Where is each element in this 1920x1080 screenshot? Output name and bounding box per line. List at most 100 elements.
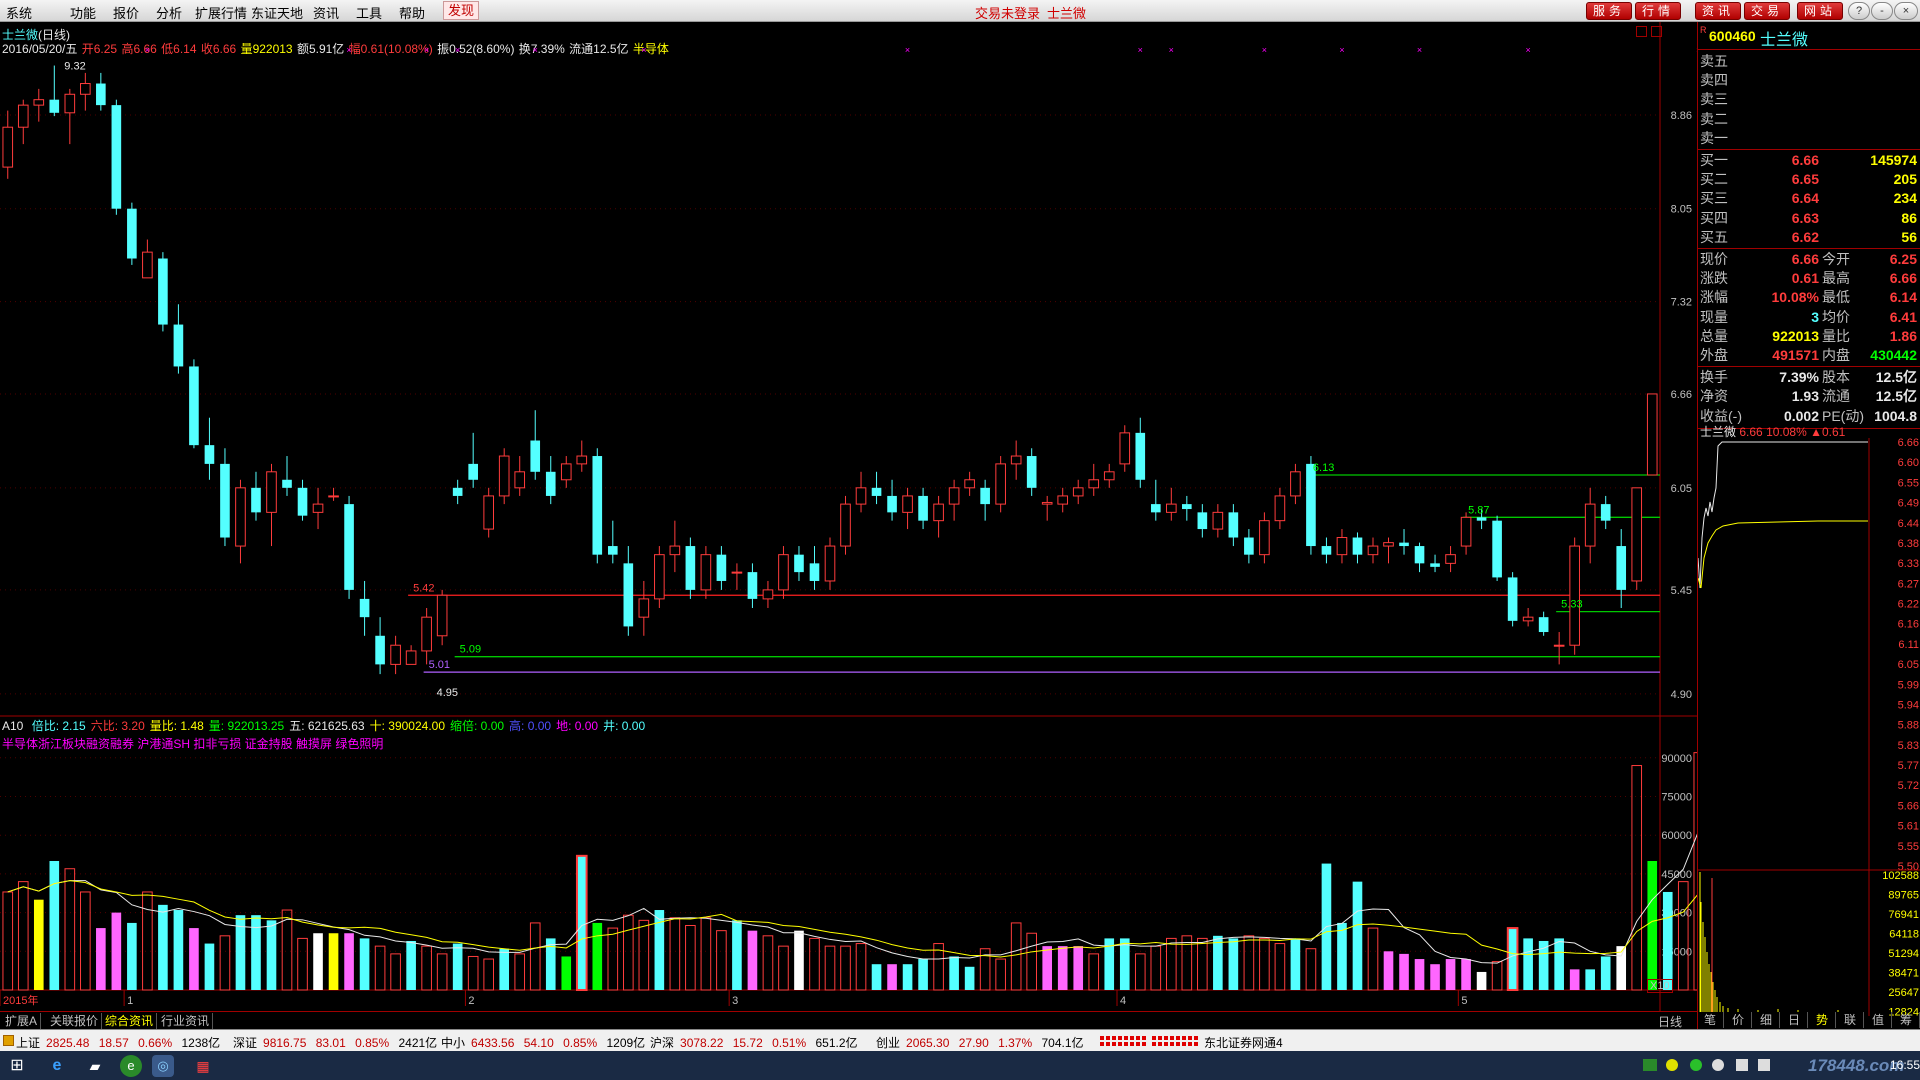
- stat-cell: 1.86: [1889, 327, 1917, 344]
- ie-browser-icon[interactable]: e: [46, 1055, 68, 1077]
- volume-tick-label: 60000: [1661, 830, 1692, 842]
- broker-server[interactable]: 东北证券网通4: [1204, 1034, 1283, 1051]
- service-button[interactable]: 服务: [1586, 2, 1633, 20]
- website-button[interactable]: 网站: [1797, 2, 1844, 20]
- mini-price-tick: 5.66: [1898, 800, 1919, 812]
- candle-body: [498, 455, 510, 497]
- tab-related-quote[interactable]: 关联报价: [47, 1013, 103, 1029]
- tab-tick[interactable]: 笔: [1697, 1012, 1724, 1028]
- indicator-value: 倍比: 2.15: [31, 719, 86, 733]
- index-field: 2421亿: [395, 1036, 438, 1050]
- fundamental-row: 换手 7.39% 股本 12.5亿: [1698, 368, 1920, 387]
- index-field: 0.85%: [559, 1036, 598, 1050]
- minimize-icon[interactable]: -: [1871, 2, 1893, 20]
- volume-bar: [902, 964, 913, 990]
- volume-bar: [700, 917, 712, 991]
- menu-function[interactable]: 功能: [70, 3, 96, 22]
- volume-tick-label: 90000: [1661, 753, 1692, 765]
- volume-bar: [1506, 927, 1519, 992]
- menu-extended[interactable]: 扩展行情: [195, 3, 247, 22]
- tab-link[interactable]: 联: [1837, 1012, 1864, 1028]
- tab-chips[interactable]: 筹: [1893, 1012, 1920, 1028]
- bid-row[interactable]: 买四 6.63 86: [1698, 209, 1920, 228]
- index-item[interactable]: 沪深 3078.22 15.72 0.51% 651.2亿: [650, 1034, 864, 1051]
- close-icon[interactable]: ×: [1894, 2, 1918, 20]
- news-button[interactable]: 资讯: [1695, 2, 1742, 20]
- tab-general-news[interactable]: 综合资讯: [102, 1013, 158, 1029]
- menu-analysis[interactable]: 分析: [156, 3, 182, 22]
- candle-body: [80, 83, 91, 95]
- market-button[interactable]: 行情: [1635, 2, 1682, 20]
- tab-trend[interactable]: 势: [1809, 1012, 1836, 1028]
- index-item[interactable]: 创业 2065.30 27.90 1.37% 704.1亿: [876, 1034, 1090, 1051]
- indicator-value: 高: 0.00: [509, 719, 552, 733]
- volume-bar: [824, 945, 836, 991]
- menu-dongzheng[interactable]: 东证天地: [251, 3, 303, 22]
- trade-button[interactable]: 交易: [1744, 2, 1791, 20]
- index-item[interactable]: 深证 9816.75 83.01 0.85% 2421亿: [233, 1034, 443, 1051]
- candle-body: [64, 93, 76, 114]
- candle-body: [995, 463, 1006, 505]
- volume-bar: [344, 933, 354, 990]
- index-item[interactable]: 上证 2825.48 18.57 0.66% 1238亿: [16, 1034, 226, 1051]
- row-price: 6.62: [1791, 228, 1819, 245]
- volume-bar: [623, 914, 634, 991]
- row-volume: 145974: [1870, 152, 1917, 168]
- index-field: 沪深: [650, 1036, 675, 1050]
- windows-start-icon[interactable]: ⊞: [6, 1055, 28, 1077]
- tray-icon-6[interactable]: [1758, 1059, 1770, 1071]
- intraday-chart[interactable]: 6.66 6.60 6.55 6.49 6.44 6.38 6.33 6.27 6.22 6.16…: [1698, 438, 1920, 1016]
- tab-price[interactable]: 价: [1725, 1012, 1752, 1028]
- tray-icon-1[interactable]: [1643, 1059, 1657, 1071]
- menu-tools[interactable]: 工具: [356, 3, 382, 22]
- price-annotation: 5.01: [429, 659, 450, 671]
- event-marker: ×: [1339, 45, 1344, 55]
- index-item[interactable]: 中小 6433.56 54.10 0.85% 1209亿: [441, 1034, 651, 1051]
- tray-icon-3[interactable]: [1690, 1059, 1702, 1071]
- index-field: 0.51%: [768, 1036, 807, 1050]
- candle-body: [762, 589, 774, 600]
- row-label: 买五: [1700, 228, 1728, 245]
- volume-bar: [374, 945, 386, 991]
- index-field: 704.1亿: [1038, 1036, 1084, 1050]
- ask-row[interactable]: 卖五: [1698, 52, 1920, 71]
- candle-body: [2, 126, 14, 168]
- tab-industry-news[interactable]: 行业资讯: [158, 1013, 214, 1029]
- menu-quote[interactable]: 报价: [113, 3, 139, 22]
- mini-price-tick: 5.94: [1898, 699, 1919, 711]
- tab-day[interactable]: 日: [1781, 1012, 1808, 1028]
- candle-body: [1290, 471, 1301, 497]
- tab-extended-a[interactable]: 扩展A: [2, 1013, 42, 1029]
- ask-row[interactable]: 卖一: [1698, 129, 1920, 148]
- tab-detail[interactable]: 细: [1753, 1012, 1780, 1028]
- mini-volume-tick: 25647: [1888, 987, 1919, 999]
- bid-row[interactable]: 买二 6.65 205: [1698, 170, 1920, 189]
- ask-row[interactable]: 卖二: [1698, 110, 1920, 129]
- ask-row[interactable]: 卖三: [1698, 90, 1920, 109]
- ask-row[interactable]: 卖四: [1698, 71, 1920, 90]
- tray-icon-5[interactable]: [1736, 1059, 1748, 1071]
- folder-icon[interactable]: ▰: [84, 1055, 106, 1077]
- tray-icon-4[interactable]: [1712, 1059, 1724, 1071]
- tab-value[interactable]: 值: [1865, 1012, 1892, 1028]
- row-label: 买一: [1700, 152, 1728, 168]
- stat-cell: 430442: [1870, 347, 1917, 363]
- period-label[interactable]: 日线: [1658, 1013, 1682, 1030]
- stat-cell: 涨跌: [1700, 270, 1728, 287]
- stock-app-icon[interactable]: ▦: [192, 1055, 214, 1077]
- menu-news[interactable]: 资讯: [313, 3, 339, 22]
- bid-row[interactable]: 买五 6.62 56: [1698, 228, 1920, 247]
- tray-icon-2[interactable]: [1666, 1059, 1678, 1071]
- bid-row[interactable]: 买一 6.66 145974: [1698, 151, 1920, 170]
- app-icon[interactable]: ◎: [152, 1055, 174, 1077]
- bid-row[interactable]: 买三 6.64 234: [1698, 189, 1920, 208]
- candle-body: [436, 594, 448, 637]
- menu-help[interactable]: 帮助: [399, 3, 425, 22]
- help-icon[interactable]: ?: [1848, 2, 1870, 20]
- volume-bar: [514, 953, 526, 991]
- menu-discover[interactable]: 发现: [443, 1, 480, 20]
- kline-chart[interactable]: 8.86 8.05 7.32 6.66 6.05 5.45 4.90 90000 75000 60…: [0, 22, 1697, 1011]
- volume-bar: [592, 922, 603, 990]
- menu-system[interactable]: 系统: [6, 3, 32, 22]
- browser-360-icon[interactable]: e: [120, 1055, 142, 1077]
